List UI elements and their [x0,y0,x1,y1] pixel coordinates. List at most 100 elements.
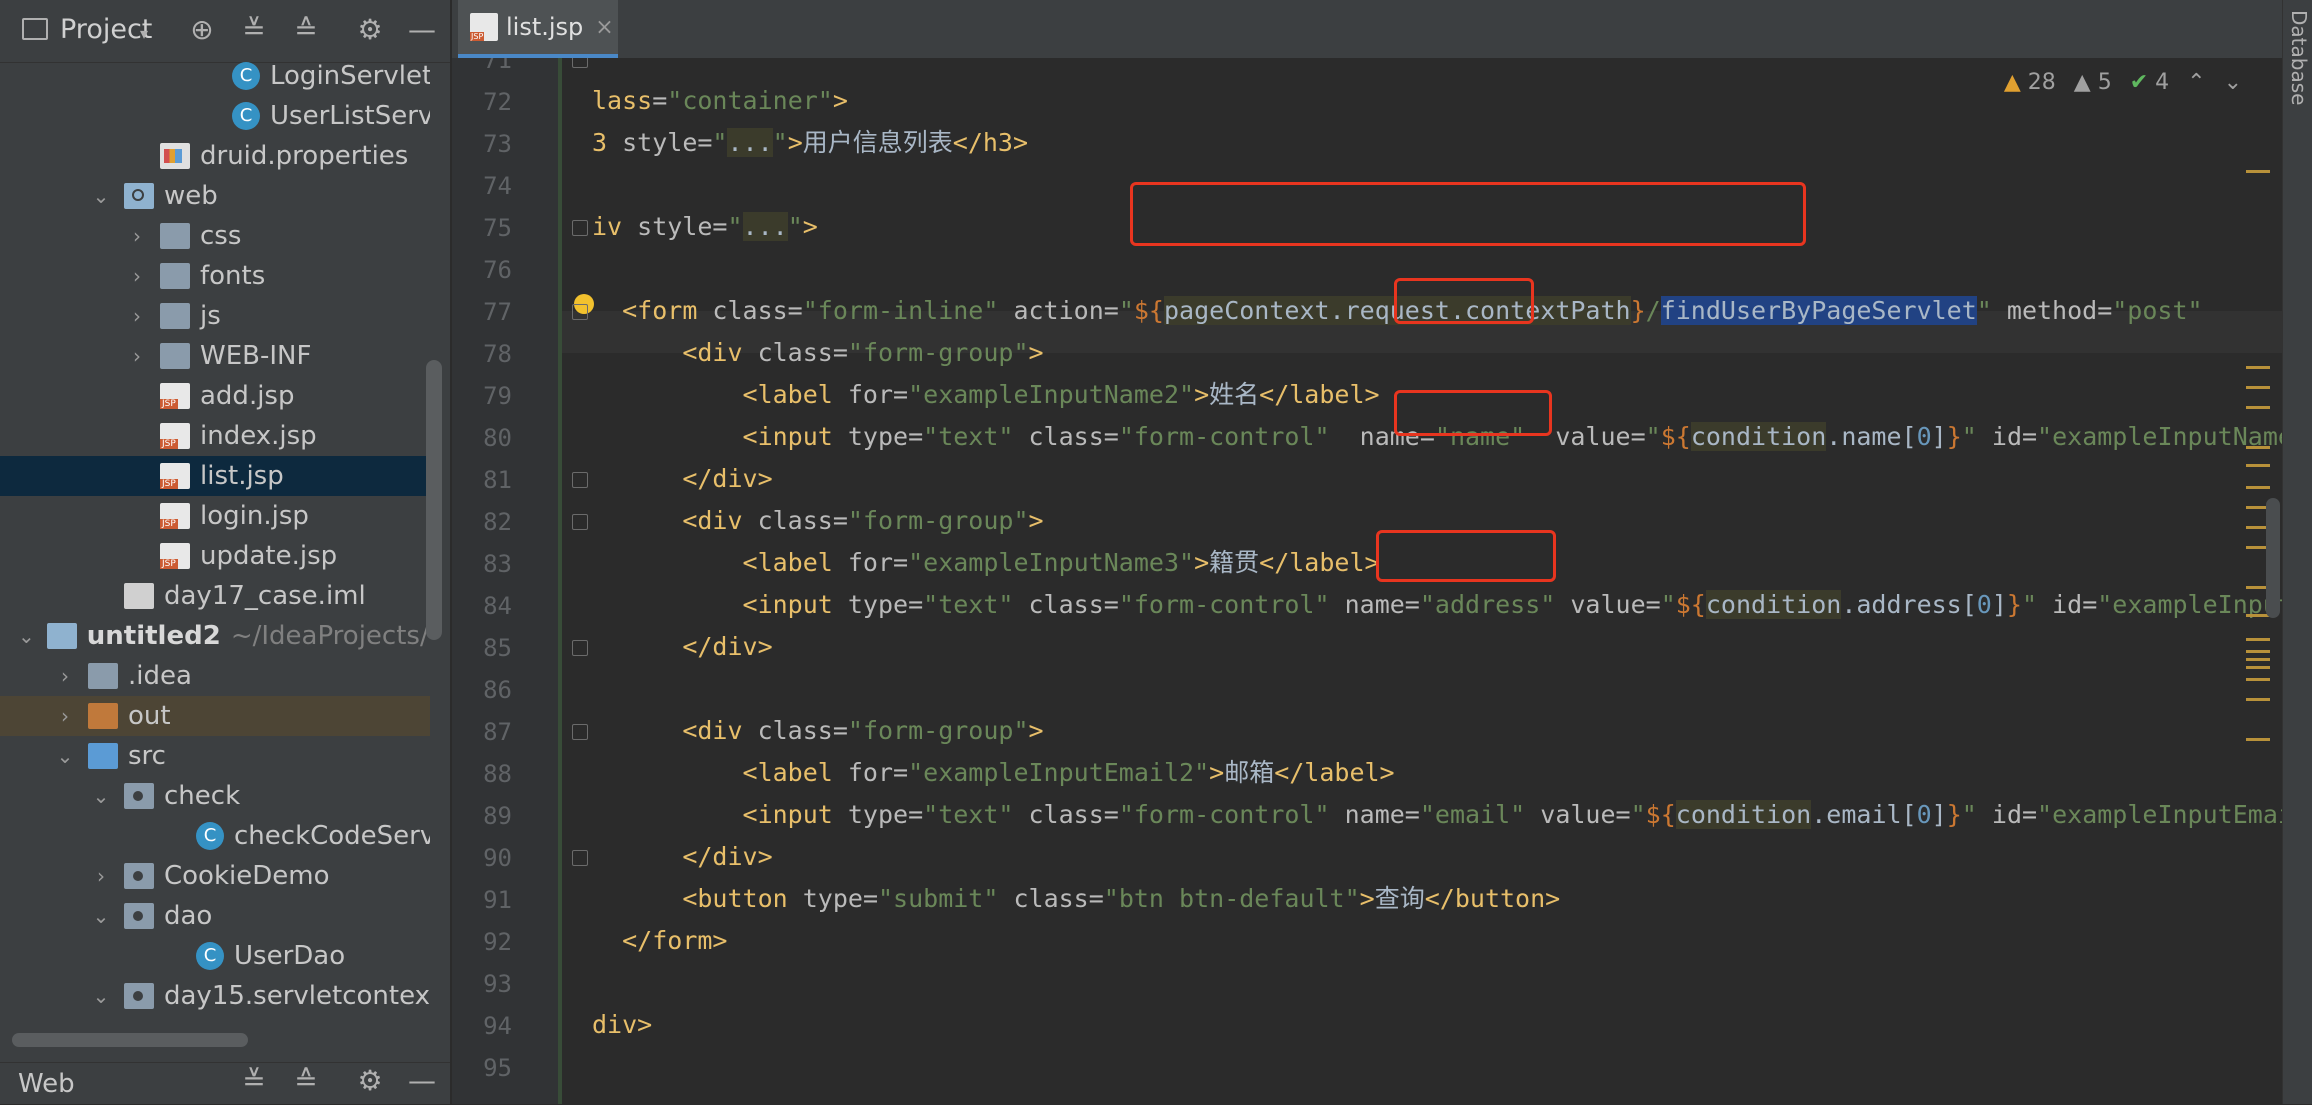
tree-item[interactable]: ⌄ check [0,776,430,816]
target-icon[interactable]: ⊕ [184,12,220,48]
chevron-down-icon[interactable]: ▾ [140,24,148,43]
close-icon[interactable]: × [595,15,613,40]
tree-item[interactable]: ⌄ untitled2 ~/IdeaProjects/u [0,616,430,656]
code-line[interactable]: 3 style="...">用户信息列表</h3> [592,122,1028,164]
chevron-down-icon[interactable]: ⌄ [90,904,112,928]
tree-item[interactable]: ⌄ web [0,176,430,216]
code-line[interactable]: </form> [592,920,727,962]
tree-item[interactable]: druid.properties [0,136,430,176]
tree-item[interactable]: index.jsp [0,416,430,456]
tree-item[interactable]: list.jsp [0,456,430,496]
code-line[interactable]: </div> [592,626,772,668]
tree-vertical-scrollbar[interactable] [426,360,442,640]
code-line[interactable]: <input type="text" class="form-control" … [592,584,2282,626]
tree-item[interactable]: › .idea [0,656,430,696]
inspection-widget[interactable]: ▲ 28 ▲ 5 ✔ 4 ⌃ ⌄ [2004,70,2242,95]
tab-list-jsp[interactable]: list.jsp × [458,0,618,58]
code-line[interactable]: iv style="..."> [592,206,818,248]
gear-icon[interactable]: ⚙ [352,12,388,48]
chevron-down-icon[interactable]: ⌄ [90,184,112,208]
tree-item[interactable]: › js [0,296,430,336]
chevron-up-icon[interactable]: ⌃ [2187,70,2205,95]
code-line[interactable]: <input type="text" class="form-control" … [592,794,2282,836]
warning-marker[interactable] [2246,658,2270,661]
warning-marker[interactable] [2246,406,2270,409]
tree-item[interactable]: login.jsp [0,496,430,536]
weak-warning-count[interactable]: ▲ 5 [2074,70,2112,95]
chevron-down-icon[interactable]: ⌄ [2224,70,2242,95]
warning-marker[interactable] [2246,650,2270,653]
chevron-down-icon[interactable]: ⌄ [90,984,112,1008]
code-line[interactable]: <div class="form-group"> [592,332,1043,374]
tree-item[interactable]: ⌄ day15.servletcontext [0,976,430,1016]
tree-item[interactable]: C UserDao [0,936,430,976]
tree-item[interactable]: › CookieDemo [0,856,430,896]
expand-icon[interactable]: ≙ [288,1063,324,1099]
warning-marker[interactable] [2246,366,2270,369]
code-line[interactable]: <label for="exampleInputName3">籍贯</label… [592,542,1380,584]
database-tool-button[interactable]: Database [2287,10,2311,105]
expand-icon[interactable]: ≙ [288,12,324,48]
code-line[interactable]: <div class="form-group"> [592,500,1043,542]
tree-item[interactable]: C LoginServlet [0,58,430,96]
warning-marker[interactable] [2246,486,2270,489]
fold-marker-icon[interactable] [572,724,588,740]
error-count[interactable]: ▲ 28 [2004,70,2056,95]
chevron-right-icon[interactable]: › [54,664,76,688]
chevron-right-icon[interactable]: › [54,704,76,728]
warning-marker[interactable] [2246,446,2270,449]
tree-item[interactable]: › out [0,696,430,736]
tree-item[interactable]: › css [0,216,430,256]
minimize-icon[interactable]: — [404,1063,440,1099]
chevron-down-icon[interactable]: ⌄ [18,624,35,648]
warning-marker[interactable] [2246,464,2270,467]
tree-item[interactable]: day17_case.iml [0,576,430,616]
project-view-icon[interactable] [22,18,48,40]
fold-marker-icon[interactable] [572,514,588,530]
fold-marker-icon[interactable] [572,304,588,320]
tree-item[interactable]: CcheckCodeServlet [0,816,430,856]
warning-marker[interactable] [2246,666,2270,669]
chevron-down-icon[interactable]: ⌄ [90,784,112,808]
code-line[interactable]: <label for="exampleInputName2">姓名</label… [592,374,1380,416]
editor-vertical-scrollbar[interactable] [2266,498,2280,618]
warning-marker[interactable] [2246,698,2270,701]
fold-marker-icon[interactable] [572,220,588,236]
fold-marker-icon[interactable] [572,640,588,656]
ok-count[interactable]: ✔ 4 [2130,70,2169,95]
tree-item[interactable]: ⌄ dao [0,896,430,936]
warning-marker[interactable] [2246,386,2270,389]
chevron-right-icon[interactable]: › [126,224,148,248]
code-line[interactable]: </div> [592,458,772,500]
fold-marker-icon[interactable] [572,850,588,866]
chevron-right-icon[interactable]: › [126,344,148,368]
tree-item[interactable]: update.jsp [0,536,430,576]
code-line[interactable]: lass="container"> [592,80,848,122]
chevron-right-icon[interactable]: › [126,304,148,328]
fold-marker-icon[interactable] [572,58,588,68]
minimize-icon[interactable]: — [404,12,440,48]
tree-item[interactable]: › WEB-INF [0,336,430,376]
tree-item[interactable]: › fonts [0,256,430,296]
chevron-down-icon[interactable]: ⌄ [54,744,76,768]
code-line[interactable]: <button type="submit" class="btn btn-def… [592,878,1560,920]
tree-horizontal-scrollbar[interactable] [12,1033,248,1047]
project-view-selector[interactable]: Project [60,14,152,45]
chevron-right-icon[interactable]: › [126,264,148,288]
collapse-icon[interactable]: ≚ [236,1063,272,1099]
warning-marker[interactable] [2246,738,2270,741]
chevron-right-icon[interactable]: › [90,864,112,888]
tree-item[interactable]: C UserListServlet [0,96,430,136]
code-editor[interactable]: 71 72 73 74 75 76 77 78 79 80 81 82 83 84 85 86 87 88 89 90… [452,58,2282,1104]
code-line[interactable]: div> [592,1004,652,1046]
code-line[interactable]: <label for="exampleInputEmail2">邮箱</labe… [592,752,1395,794]
warning-marker[interactable] [2246,170,2270,173]
gear-icon[interactable]: ⚙ [352,1063,388,1099]
tree-item[interactable]: add.jsp [0,376,430,416]
fold-marker-icon[interactable] [572,472,588,488]
code-line[interactable]: </div> [592,836,772,878]
warning-marker[interactable] [2246,678,2270,681]
collapse-icon[interactable]: ≚ [236,12,272,48]
code-line[interactable]: <div class="form-group"> [592,710,1043,752]
web-panel-title[interactable]: Web [18,1069,75,1099]
